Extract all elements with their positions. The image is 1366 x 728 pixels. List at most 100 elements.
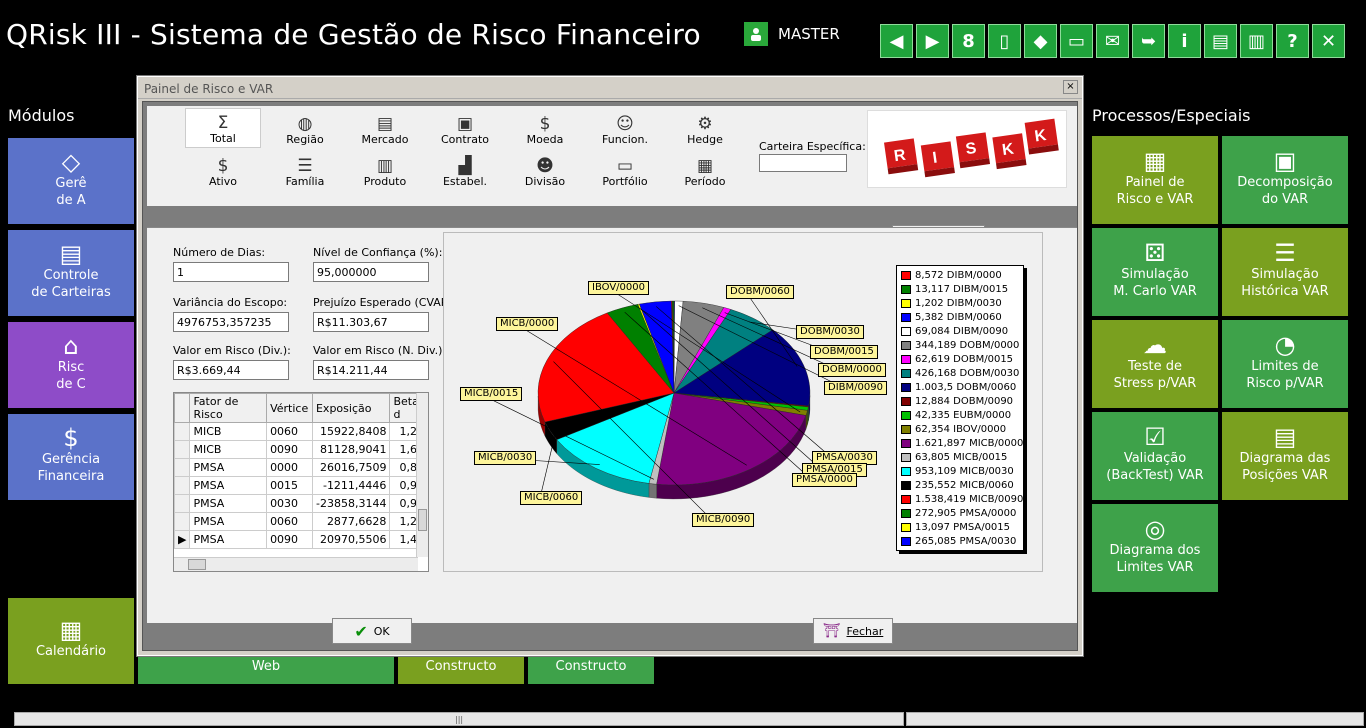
arrow-right-button[interactable]: ▶ — [916, 24, 949, 58]
legend-entry: 12,884 DOBM/0090 — [901, 394, 1023, 408]
process-tile-8[interactable]: ◎ Diagrama dos Limites VAR — [1092, 504, 1218, 592]
variancia-input[interactable]: 4976753,357235 — [173, 312, 289, 332]
module-tile-4[interactable]: ▦ Calendário — [8, 598, 134, 684]
table-row[interactable]: PMSA 0000 26016,7509 0,89 — [174, 458, 428, 477]
selector-família[interactable]: ☰ Família — [267, 150, 343, 190]
selector-contrato[interactable]: ▣ Contrato — [427, 108, 503, 148]
dialog-titlebar[interactable]: Painel de Risco e VAR × — [138, 77, 1082, 99]
traffic-light-button[interactable]: 8 — [952, 24, 985, 58]
document-search-icon: ▣ — [1273, 146, 1297, 175]
process-tile-7[interactable]: ▤ Diagrama das Posições VAR — [1222, 412, 1348, 500]
legend-label: 953,109 MICB/0030 — [915, 465, 1014, 477]
legend-entry: 344,189 DOBM/0000 — [901, 338, 1023, 352]
module-tile-2[interactable]: ⌂ Risc de C — [8, 322, 134, 408]
constructo-tile-1[interactable]: Constructo — [398, 656, 524, 684]
monitor-button[interactable]: ▭ — [1060, 24, 1093, 58]
modules-title: Módulos — [8, 106, 75, 125]
table-row[interactable]: MICB 0090 81128,9041 1,62 — [174, 440, 428, 459]
document-gear-button[interactable]: ▤ — [1204, 24, 1237, 58]
process-tile-2[interactable]: ⚄ Simulação M. Carlo VAR — [1092, 228, 1218, 316]
arrow-left-button[interactable]: ◀ — [880, 24, 913, 58]
table-row[interactable]: PMSA 0030 -23858,3144 0,94 — [174, 494, 428, 513]
page-hscroll[interactable]: ||| — [14, 712, 904, 726]
table-row[interactable]: PMSA 0015 -1211,4446 0,96 — [174, 476, 428, 495]
grid-hscroll-thumb[interactable] — [188, 559, 206, 570]
table-row[interactable]: MICB 0060 15922,8408 1,26 — [174, 422, 428, 441]
module-tile-3[interactable]: $ Gerência Financeira — [8, 414, 134, 500]
mail-button[interactable]: ✉ — [1096, 24, 1129, 58]
document-settings-button[interactable]: ▥ — [1240, 24, 1273, 58]
legend-label: 426,168 DOBM/0030 — [915, 367, 1020, 379]
dialog-close-button[interactable]: × — [1063, 80, 1078, 94]
process-tile-6[interactable]: ☑ Validação (BackTest) VAR — [1092, 412, 1218, 500]
traffic-light-2-button[interactable]: ▯ — [988, 24, 1021, 58]
selector-produto[interactable]: ▥ Produto — [347, 150, 423, 190]
selector-região[interactable]: ◍ Região — [267, 108, 343, 148]
table-row[interactable]: PMSA 0060 2877,6628 1,20 — [174, 512, 428, 531]
selector-divisão[interactable]: ☻ Divisão — [507, 150, 583, 190]
slice-label: DOBM/0060 — [726, 285, 794, 299]
module-tile-label2: de A — [56, 192, 86, 208]
selector-label: Hedge — [687, 133, 723, 146]
money-icon: $ — [63, 423, 79, 452]
selector-portfólio[interactable]: ▭ Portfólio — [587, 150, 663, 190]
close-button[interactable]: ✕ — [1312, 24, 1345, 58]
module-tile-1[interactable]: ▤ Controle de Carteiras — [8, 230, 134, 316]
page-hscroll-track[interactable] — [906, 712, 1364, 726]
dias-input[interactable]: 1 — [173, 262, 289, 282]
selector-hedge[interactable]: ⚙ Hedge — [667, 108, 743, 148]
selector-estabel[interactable]: ▟ Estabel. — [427, 150, 503, 190]
module-tile-0[interactable]: ◇ Gerê de A — [8, 138, 134, 224]
dialog-title: Painel de Risco e VAR — [144, 82, 274, 96]
grid-vscroll-thumb[interactable] — [418, 509, 427, 531]
selector-mercado[interactable]: ▤ Mercado — [347, 108, 423, 148]
selector-ativo[interactable]: $ Ativo — [185, 150, 261, 190]
legend-swatch — [901, 452, 911, 462]
legend-label: 265,085 PMSA/0030 — [915, 535, 1017, 547]
carteira-input[interactable] — [759, 154, 847, 172]
process-tile-5[interactable]: ◔ Limites de Risco p/VAR — [1222, 320, 1348, 408]
speedometer-icon: ◎ — [1144, 514, 1166, 543]
constructo-tile-2[interactable]: Constructo — [528, 656, 654, 684]
module-tile-label1: Gerência — [41, 451, 101, 467]
legend-label: 5,382 DIBM/0060 — [915, 311, 1002, 323]
grid-hscroll[interactable] — [174, 557, 418, 571]
cvar-input[interactable]: R$11.303,67 — [313, 312, 429, 332]
legend-swatch — [901, 410, 911, 420]
table-cell: 15922,8408 — [311, 422, 391, 441]
col-vertice[interactable]: Vértice — [266, 393, 313, 423]
vr-ndiv-input[interactable]: R$14.211,44 — [313, 360, 429, 380]
legend-label: 344,189 DOBM/0000 — [915, 339, 1020, 351]
process-tile-1[interactable]: ▣ Decomposição do VAR — [1222, 136, 1348, 224]
risk-factor-grid[interactable]: Fator de Risco Vértice Exposição Beta d … — [173, 392, 429, 572]
paint-bucket-button[interactable]: ◆ — [1024, 24, 1057, 58]
col-exposicao[interactable]: Exposição — [311, 393, 391, 423]
table-row[interactable]: ▶ PMSA 0090 20970,5506 1,42 — [174, 530, 428, 549]
ok-button[interactable]: ✔ OK — [332, 618, 412, 644]
legend-entry: 235,552 MICB/0060 — [901, 478, 1023, 492]
selector-total[interactable]: Σ Total — [185, 108, 261, 148]
export-button[interactable]: ➥ — [1132, 24, 1165, 58]
process-tile-0[interactable]: ▦ Painel de Risco e VAR — [1092, 136, 1218, 224]
grid-vscroll[interactable] — [416, 393, 428, 557]
module-tile-label1: Gerê — [55, 175, 87, 191]
process-tile-label1: Limites de — [1251, 358, 1319, 374]
legend-entry: 1.621,897 MICB/0000 — [901, 436, 1023, 450]
risk-var-dialog: Painel de Risco e VAR × Σ Total ◍ Região ▤… — [137, 76, 1083, 656]
process-tile-3[interactable]: ☰ Simulação Histórica VAR — [1222, 228, 1348, 316]
vr-div-input[interactable]: R$3.669,44 — [173, 360, 289, 380]
user-box[interactable]: MASTER — [744, 22, 840, 46]
asset-icon: $ — [217, 156, 229, 176]
fechar-button[interactable]: ⛩ Fechar — [813, 618, 893, 644]
table-cell: 0015 — [266, 476, 313, 495]
web-tile[interactable]: Web — [138, 656, 394, 684]
selector-moeda[interactable]: $ Moeda — [507, 108, 583, 148]
selector-funcion[interactable]: ☺ Funcion. — [587, 108, 663, 148]
conf-input[interactable]: 95,000000 — [313, 262, 429, 282]
selector-período[interactable]: ▦ Período — [667, 150, 743, 190]
help-button[interactable]: ? — [1276, 24, 1309, 58]
legend-label: 272,905 PMSA/0000 — [915, 507, 1017, 519]
process-tile-4[interactable]: ☁ Teste de Stress p/VAR — [1092, 320, 1218, 408]
info-button[interactable]: i — [1168, 24, 1201, 58]
col-fator[interactable]: Fator de Risco — [189, 393, 268, 423]
